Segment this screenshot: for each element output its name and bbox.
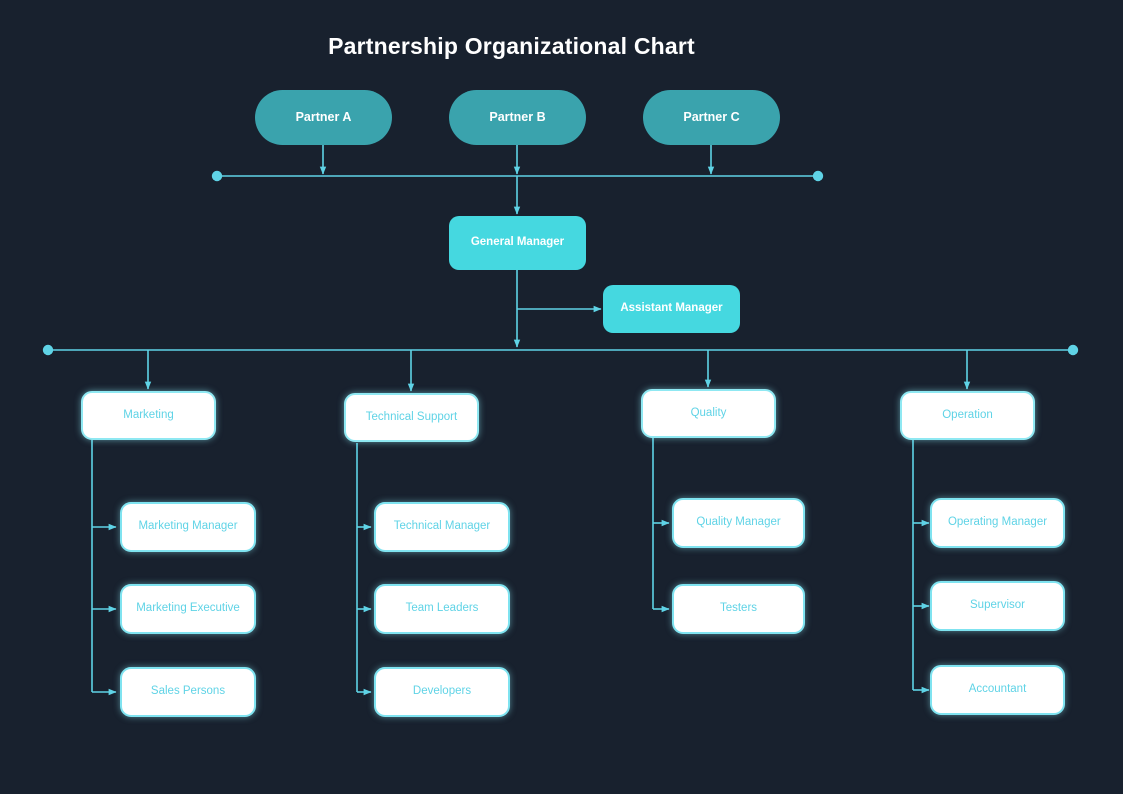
node-partner-b[interactable]: Partner B xyxy=(449,90,586,145)
node-accountant[interactable]: Accountant xyxy=(930,665,1065,715)
node-partner-c[interactable]: Partner C xyxy=(643,90,780,145)
node-assistant-manager[interactable]: Assistant Manager xyxy=(603,285,740,333)
node-department-marketing[interactable]: Marketing xyxy=(81,391,216,440)
node-general-manager[interactable]: General Manager xyxy=(449,216,586,270)
node-quality-manager[interactable]: Quality Manager xyxy=(672,498,805,548)
node-department-quality[interactable]: Quality xyxy=(641,389,776,438)
node-team-leaders[interactable]: Team Leaders xyxy=(374,584,510,634)
node-marketing-manager[interactable]: Marketing Manager xyxy=(120,502,256,552)
node-sales-persons[interactable]: Sales Persons xyxy=(120,667,256,717)
node-technical-manager[interactable]: Technical Manager xyxy=(374,502,510,552)
node-department-technical-support[interactable]: Technical Support xyxy=(344,393,479,442)
node-developers[interactable]: Developers xyxy=(374,667,510,717)
node-partner-a[interactable]: Partner A xyxy=(255,90,392,145)
page-title: Partnership Organizational Chart xyxy=(328,33,695,59)
node-supervisor[interactable]: Supervisor xyxy=(930,581,1065,631)
node-department-operation[interactable]: Operation xyxy=(900,391,1035,440)
org-chart-canvas: Partnership Organizational Chart Partner… xyxy=(0,0,1123,794)
node-operating-manager[interactable]: Operating Manager xyxy=(930,498,1065,548)
node-marketing-executive[interactable]: Marketing Executive xyxy=(120,584,256,634)
node-testers[interactable]: Testers xyxy=(672,584,805,634)
